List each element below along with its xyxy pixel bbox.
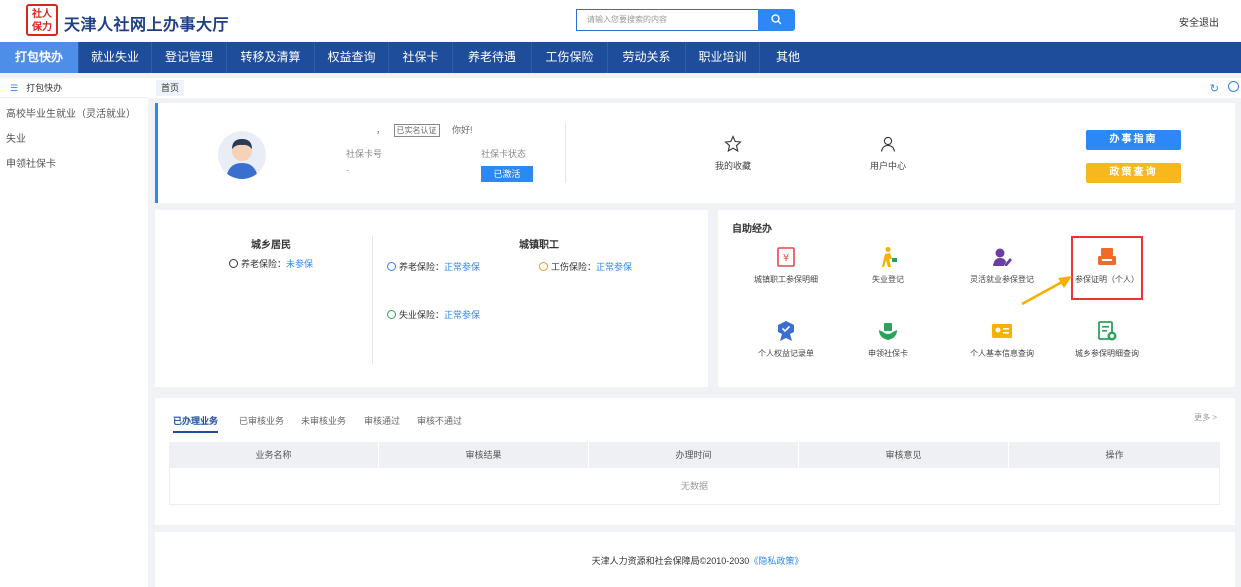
nav-item-labor[interactable]: 劳动关系	[608, 42, 686, 73]
worker-unemployment: 失业保险：正常参保	[387, 308, 480, 321]
nav-item-rights[interactable]: 权益查询	[315, 42, 389, 73]
user-center-button[interactable]: 用户中心	[848, 135, 928, 172]
nav-item-training[interactable]: 职业培训	[686, 42, 760, 73]
tab-approved[interactable]: 审核通过	[364, 414, 400, 427]
urban-rural-title: 城乡居民	[251, 240, 291, 251]
nav-item-pension[interactable]: 养老待遇	[453, 42, 532, 73]
nav-item-transfer[interactable]: 转移及清算	[227, 42, 315, 73]
svc-urban-worker-detail[interactable]: ¥ 城镇职工参保明细	[734, 246, 838, 285]
footer: 天津人力资源和社会保障局©2010-2030《隐私政策》	[155, 532, 1235, 587]
svc-basic-info[interactable]: 个人基本信息查询	[950, 320, 1054, 359]
insurance-divider	[372, 236, 373, 364]
status-dot	[539, 262, 548, 271]
self-service-panel: 自助经办 ¥ 城镇职工参保明细 失业登记 灵活就业参保登记 参保证明（个人） 个…	[718, 210, 1235, 387]
col-actions: 操作	[1105, 450, 1124, 460]
svc-unemployment-register[interactable]: 失业登记	[836, 246, 940, 285]
sidebar-heading[interactable]: ☰ 打包快办	[0, 78, 148, 98]
greeting-text: 你好!	[452, 125, 473, 135]
col-business-name: 业务名称	[169, 442, 379, 468]
highlight-box	[1071, 236, 1143, 300]
id-card-icon	[992, 324, 1012, 338]
logout-link[interactable]: 安全退出	[1179, 14, 1219, 29]
verified-badge: 已实名认证	[393, 124, 440, 137]
tab-home[interactable]: 首页	[156, 80, 185, 96]
tab-reviewed[interactable]: 已审核业务	[239, 414, 284, 427]
divider	[565, 123, 566, 183]
card-no-value: -	[346, 165, 349, 175]
privacy-link[interactable]: 《隐私政策》	[749, 556, 803, 566]
pointer-arrow-icon	[1021, 276, 1072, 306]
user-icon	[880, 136, 896, 152]
nav-item-injury[interactable]: 工伤保险	[532, 42, 608, 73]
walking-person-icon	[882, 247, 897, 267]
search-button[interactable]	[758, 9, 795, 31]
guide-button[interactable]: 办事指南	[1086, 130, 1181, 150]
nav-item-registration[interactable]: 登记管理	[152, 42, 227, 73]
nav-item-package[interactable]: 打包快办	[0, 42, 79, 73]
table-header: 业务名称 审核结果 办理时间 审核意见 操作	[169, 442, 1220, 468]
nav-item-other[interactable]: 其他	[760, 42, 816, 73]
star-icon	[724, 135, 742, 153]
status-dot	[387, 310, 396, 319]
search-input[interactable]: 请输入您要搜索的内容	[576, 9, 758, 31]
badge-icon	[778, 321, 794, 341]
svc-rights-record[interactable]: 个人权益记录单	[734, 320, 838, 359]
tab-unreviewed[interactable]: 未审核业务	[301, 414, 346, 427]
col-process-time: 办理时间	[589, 442, 799, 468]
sidebar-item-apply-card[interactable]: 申领社保卡	[0, 152, 148, 177]
nav-item-employment[interactable]: 就业失业	[79, 42, 152, 73]
tab-rejected[interactable]: 审核不通过	[417, 414, 462, 427]
urban-rural-pension: 养老保险：未参保	[229, 257, 313, 270]
nav-item-social-card[interactable]: 社保卡	[389, 42, 453, 73]
profile-panel: ， 已实名认证 你好! 社保卡号 - 社保卡状态 已激活 我的收藏 用户中心 办…	[155, 103, 1235, 203]
table-empty: 无数据	[169, 468, 1220, 505]
policy-button[interactable]: 政策查询	[1086, 163, 1181, 183]
card-status-label: 社保卡状态	[481, 149, 527, 159]
self-service-title: 自助经办	[732, 224, 772, 235]
user-edit-icon	[993, 248, 1012, 266]
svg-text:¥: ¥	[783, 253, 789, 264]
sidebar: ☰ 打包快办 高校毕业生就业（灵活就业） 失业 申领社保卡	[0, 78, 148, 587]
refresh-icon[interactable]: ↻	[1210, 82, 1219, 95]
more-link[interactable]: 更多 >	[1194, 412, 1217, 423]
sidebar-item-graduate[interactable]: 高校毕业生就业（灵活就业）	[0, 102, 148, 127]
sidebar-item-unemployment[interactable]: 失业	[0, 127, 148, 152]
avatar	[218, 131, 266, 179]
copyright: 天津人力资源和社会保障局©2010-2030	[591, 556, 750, 566]
status-dot	[387, 262, 396, 271]
more-options-icon[interactable]	[1228, 81, 1239, 92]
col-review-opinion: 审核意见	[799, 442, 1009, 468]
worker-injury: 工伤保险：正常参保	[539, 260, 632, 273]
menu-icon: ☰	[10, 83, 19, 93]
records-panel: 已办理业务 已审核业务 未审核业务 审核通过 审核不通过 更多 > 业务名称 审…	[155, 398, 1235, 525]
favorites-button[interactable]: 我的收藏	[693, 135, 773, 172]
col-review-result: 审核结果	[379, 442, 589, 468]
logo: 社人保力	[26, 4, 58, 36]
tab-processed[interactable]: 已办理业务	[173, 414, 219, 433]
status-dot	[229, 259, 238, 268]
urban-worker-title: 城镇职工	[519, 240, 559, 251]
insurance-panel: 城乡居民 养老保险：未参保 城镇职工 养老保险：正常参保 工伤保险：正常参保 失…	[155, 210, 708, 387]
hand-card-icon	[879, 323, 897, 340]
svc-urban-rural-detail[interactable]: 城乡参保明细查询	[1055, 320, 1159, 359]
ledger-search-icon	[1098, 321, 1117, 341]
tab-strip: 首页 ↻	[148, 78, 1241, 98]
card-status-badge: 已激活	[481, 166, 533, 182]
worker-pension: 养老保险：正常参保	[387, 260, 480, 273]
user-avatar-icon	[226, 139, 258, 179]
header: 社人保力 天津人社网上办事大厅 请输入您要搜索的内容 安全退出	[0, 0, 1241, 42]
site-title: 天津人社网上办事大厅	[64, 17, 230, 34]
greeting-row: ， 已实名认证 你好!	[376, 124, 473, 137]
main-nav: 打包快办 就业失业 登记管理 转移及清算 权益查询 社保卡 养老待遇 工伤保险 …	[0, 42, 1241, 73]
receipt-icon: ¥	[777, 247, 795, 267]
svc-apply-social-card[interactable]: 申领社保卡	[836, 320, 940, 359]
search-icon	[771, 14, 782, 25]
card-no-label: 社保卡号	[346, 149, 383, 159]
